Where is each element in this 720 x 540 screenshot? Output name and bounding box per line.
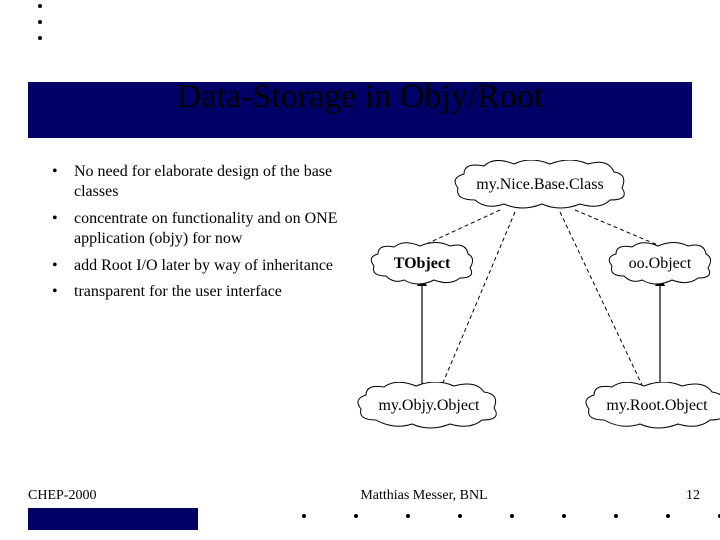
bullet-item: •concentrate on functionality and on ONE… [52,209,352,250]
footer-page-number: 12 [640,488,700,504]
dot-icon [458,514,462,518]
bullet-item: •add Root I/O later by way of inheritanc… [52,256,352,276]
dot-icon [354,514,358,518]
footer-venue: CHEP-2000 [28,488,208,504]
template-footer-dots [302,514,720,518]
dot-icon [666,514,670,518]
footer: CHEP-2000 Matthias Messer, BNL 12 [28,488,700,504]
dot-icon [614,514,618,518]
bullet-icon: • [52,162,74,203]
cloud-ooobject: oo.Object [606,242,714,286]
dot-icon [38,20,42,24]
class-diagram: my.Nice.Base.Class TObject [360,160,710,450]
cloud-root-object: my.Root.Object [582,382,720,430]
footer-author: Matthias Messer, BNL [208,488,640,504]
bullet-text: transparent for the user interface [74,282,352,302]
bullet-item: •No need for elaborate design of the bas… [52,162,352,203]
bullet-icon: • [52,209,74,250]
dot-icon [38,36,42,40]
bullet-text: concentrate on functionality and on ONE … [74,209,352,250]
node-label: oo.Object [606,255,714,273]
dot-icon [562,514,566,518]
bullet-text: No need for elaborate design of the base… [74,162,352,203]
bullet-text: add Root I/O later by way of inheritance [74,256,352,276]
bullet-item: •transparent for the user interface [52,282,352,302]
template-corner-dots [38,4,42,52]
dot-icon [510,514,514,518]
dot-icon [302,514,306,518]
bullet-icon: • [52,256,74,276]
node-label: my.Root.Object [582,397,720,415]
bullet-icon: • [52,282,74,302]
footer-accent-bar [28,508,198,530]
bullet-list: •No need for elaborate design of the bas… [52,162,352,309]
node-label: TObject [368,255,476,273]
dot-icon [406,514,410,518]
dot-icon [38,4,42,8]
cloud-objy-object: my.Objy.Object [354,382,504,430]
node-label: my.Objy.Object [354,397,504,415]
slide: Data-Storage in Objy/Root •No need for e… [0,0,720,540]
slide-title: Data-Storage in Objy/Root [0,78,720,116]
cloud-tobject: TObject [368,242,476,286]
